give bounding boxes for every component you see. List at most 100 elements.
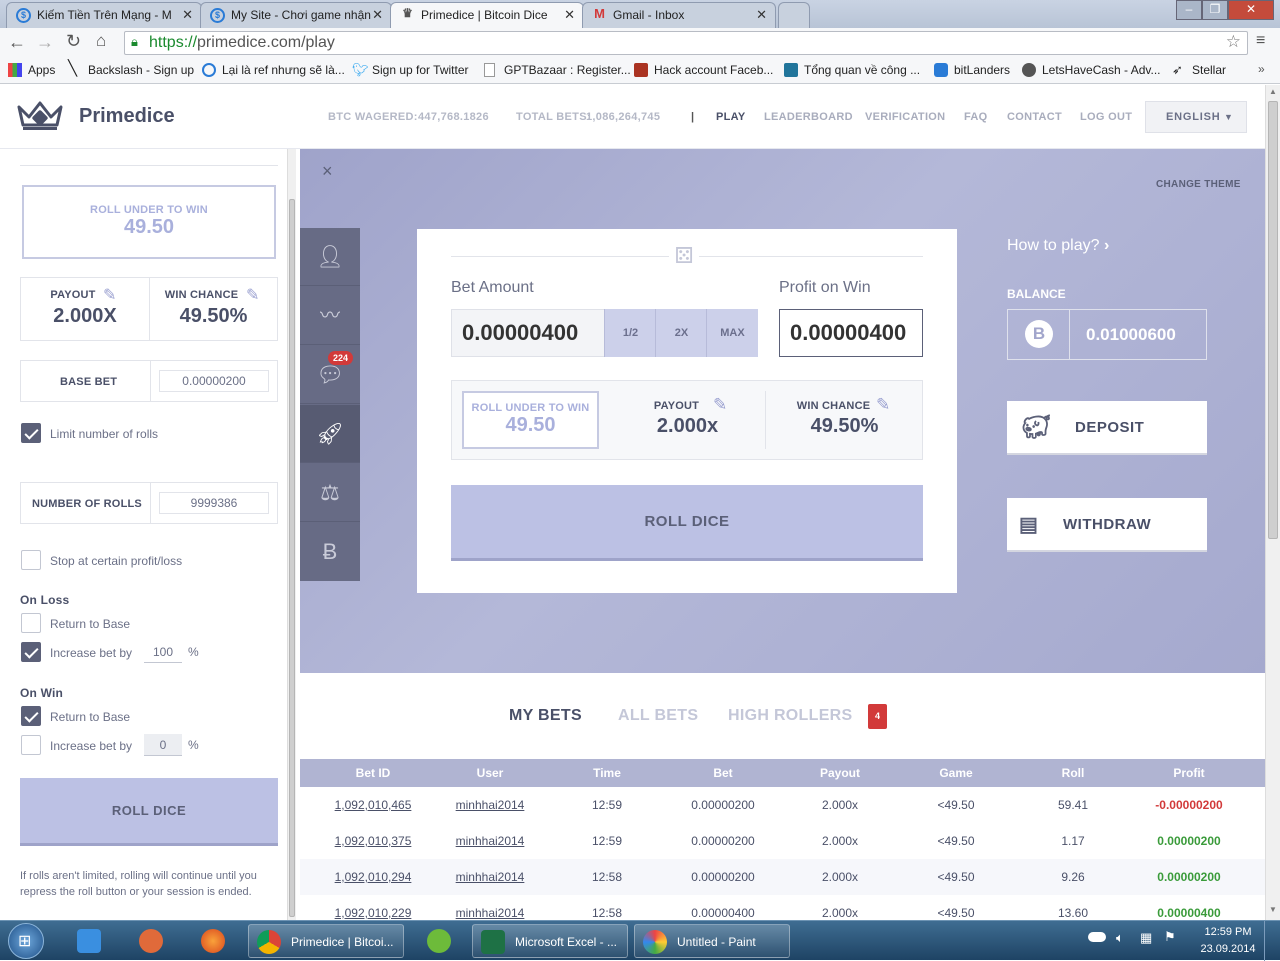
scroll-down-icon[interactable]: ▼	[1269, 905, 1277, 914]
chat-menu-item[interactable]: 💬︎ 224	[300, 346, 360, 404]
minimize-icon[interactable]: –	[1176, 0, 1202, 20]
clock-time[interactable]: 12:59 PM	[1200, 926, 1256, 938]
tab-my-bets[interactable]: MY BETS	[509, 707, 582, 725]
maximize-icon[interactable]: ❐	[1202, 0, 1228, 20]
clock-date[interactable]: 23.09.2014	[1198, 943, 1258, 955]
bookmark-backslash[interactable]: ╲ Backslash - Sign up	[68, 61, 194, 78]
on-loss-return-checkbox[interactable]	[21, 613, 41, 633]
bookmark-star-icon[interactable]: ☆	[1226, 31, 1241, 53]
edit-icon[interactable]: ✎	[103, 285, 116, 305]
user-link[interactable]: minhhai2014	[447, 870, 533, 884]
half-bet-button[interactable]: 1/2	[604, 309, 656, 357]
scroll-thumb[interactable]	[289, 199, 295, 917]
tab-high-rollers[interactable]: HIGH ROLLERS	[728, 707, 853, 725]
bookmark-bitlanders[interactable]: bitLanders	[934, 62, 1010, 78]
scroll-up-icon[interactable]: ▲	[1269, 87, 1277, 96]
fairness-menu-item[interactable]: ⚖︎	[300, 464, 360, 522]
nav-logout[interactable]: LOG OUT	[1080, 111, 1132, 123]
address-bar[interactable]: 🔒︎ https://primedice.com/play ☆	[124, 31, 1248, 55]
volume-icon[interactable]: 🔈︎	[1116, 930, 1124, 946]
bookmark-wordpress[interactable]: Tổng quan về công ...	[784, 62, 920, 78]
edit-icon[interactable]: ✎	[713, 395, 727, 415]
browser-tab-4[interactable]: M Gmail - Inbox ✕	[582, 2, 776, 28]
user-link[interactable]: minhhai2014	[447, 906, 533, 920]
profit-on-win-input[interactable]: 0.00000400	[779, 309, 923, 357]
on-loss-increase-input[interactable]: 100	[144, 641, 182, 663]
tray-toggle-icon[interactable]	[1088, 932, 1106, 942]
user-link[interactable]: minhhai2014	[447, 834, 533, 848]
roll-dice-button[interactable]: ROLL DICE	[451, 485, 923, 561]
more-bookmarks-icon[interactable]: »	[1258, 62, 1265, 76]
autobet-menu-item[interactable]: 🚀︎	[300, 405, 360, 463]
start-button[interactable]: ⊞	[8, 923, 44, 959]
reload-icon[interactable]: ↻	[66, 31, 81, 52]
on-loss-increase-checkbox[interactable]	[21, 642, 41, 662]
page-scrollbar[interactable]: ▲ ▼	[1265, 85, 1280, 920]
browser-tab-2[interactable]: $ My Site - Chơi game nhận ✕	[200, 2, 392, 28]
network-icon[interactable]: ▦	[1140, 930, 1152, 946]
auto-roll-dice-button[interactable]: ROLL DICE	[20, 778, 278, 846]
nav-contact[interactable]: CONTACT	[1007, 111, 1062, 123]
stats-menu-item[interactable]: 〰	[300, 287, 360, 345]
bookmark-stellar[interactable]: ➶ Stellar	[1172, 62, 1226, 78]
nav-verification[interactable]: VERIFICATION	[865, 111, 945, 123]
bookmark-apps[interactable]: Apps	[8, 62, 55, 78]
close-window-icon[interactable]: ✕	[1228, 0, 1274, 20]
show-desktop-button[interactable]	[1264, 921, 1280, 961]
home-icon[interactable]: ⌂	[96, 31, 106, 51]
win-chance-box[interactable]: WIN CHANCE ✎ 49.50%	[766, 381, 923, 459]
taskbar-pin-app[interactable]	[416, 924, 462, 958]
user-link[interactable]: minhhai2014	[447, 798, 533, 812]
double-bet-button[interactable]: 2X	[655, 309, 707, 357]
number-of-rolls-input[interactable]: 9999386	[159, 492, 269, 514]
nav-faq[interactable]: FAQ	[964, 111, 988, 123]
taskbar-item-paint[interactable]: Untitled - Paint	[634, 924, 790, 958]
deposit-button[interactable]: 🐖︎ DEPOSIT	[1007, 401, 1207, 455]
taskbar-pin-media[interactable]	[128, 924, 174, 958]
bookmark-gptbazaar[interactable]: GPTBazaar : Register...	[484, 62, 631, 78]
bet-id-link[interactable]: 1,092,010,465	[330, 798, 416, 812]
account-menu-item[interactable]: 👤︎	[300, 228, 360, 286]
withdraw-button[interactable]: ▤ WITHDRAW	[1007, 498, 1207, 552]
payout-box[interactable]: PAYOUT ✎ 2.000x	[609, 381, 766, 459]
edit-icon[interactable]: ✎	[246, 285, 259, 305]
win-chance-box[interactable]: WIN CHANCE ✎ 49.50%	[149, 277, 278, 341]
action-center-flag-icon[interactable]: ⚑	[1164, 929, 1176, 945]
browser-tab-1[interactable]: $ Kiếm Tiền Trên Mạng - M ✕	[6, 2, 202, 28]
roll-under-box[interactable]: ROLL UNDER TO WIN 49.50	[462, 391, 599, 449]
max-bet-button[interactable]: MAX	[706, 309, 758, 357]
taskbar-item-chrome[interactable]: Primedice | Bitcoi...	[248, 924, 404, 958]
bet-id-link[interactable]: 1,092,010,375	[330, 834, 416, 848]
close-tab-icon[interactable]: ✕	[182, 3, 193, 27]
close-tab-icon[interactable]: ✕	[372, 3, 383, 27]
payout-box[interactable]: PAYOUT ✎ 2.000X	[20, 277, 150, 341]
new-tab-button[interactable]	[778, 2, 810, 28]
language-select[interactable]: ENGLISH ▼	[1145, 101, 1247, 133]
bet-id-link[interactable]: 1,092,010,294	[330, 870, 416, 884]
back-icon[interactable]: ←	[8, 32, 26, 53]
close-tab-icon[interactable]: ✕	[564, 3, 575, 27]
nav-leaderboard[interactable]: LEADERBOARD	[764, 111, 853, 123]
scroll-thumb[interactable]	[1268, 101, 1278, 539]
bookmark-ref[interactable]: Lại là ref nhưng sẽ là...	[202, 62, 345, 78]
menu-icon[interactable]: ≡	[1256, 32, 1265, 50]
bookmark-letshavecash[interactable]: LetsHaveCash - Adv...	[1022, 62, 1161, 78]
stop-profit-loss-checkbox[interactable]	[21, 550, 41, 570]
nav-play[interactable]: PLAY	[716, 111, 746, 123]
close-panel-icon[interactable]: ×	[322, 161, 333, 182]
base-bet-input[interactable]: 0.00000200	[159, 370, 269, 392]
bookmark-hack[interactable]: Hack account Faceb...	[634, 62, 773, 78]
tab-all-bets[interactable]: ALL BETS	[618, 707, 698, 725]
taskbar-pin-firefox[interactable]	[190, 924, 236, 958]
on-win-return-checkbox[interactable]	[21, 706, 41, 726]
change-theme-link[interactable]: CHANGE THEME	[1156, 179, 1241, 190]
bet-id-link[interactable]: 1,092,010,229	[330, 906, 416, 920]
taskbar-item-excel[interactable]: Microsoft Excel - ...	[472, 924, 628, 958]
left-panel-scrollbar[interactable]	[287, 149, 296, 920]
roll-under-box[interactable]: ROLL UNDER TO WIN 49.50	[22, 185, 276, 259]
forward-icon[interactable]: →	[36, 32, 54, 53]
limit-rolls-checkbox[interactable]	[21, 423, 41, 443]
taskbar-pin-explorer[interactable]	[66, 924, 112, 958]
close-tab-icon[interactable]: ✕	[756, 3, 767, 27]
on-win-increase-checkbox[interactable]	[21, 735, 41, 755]
